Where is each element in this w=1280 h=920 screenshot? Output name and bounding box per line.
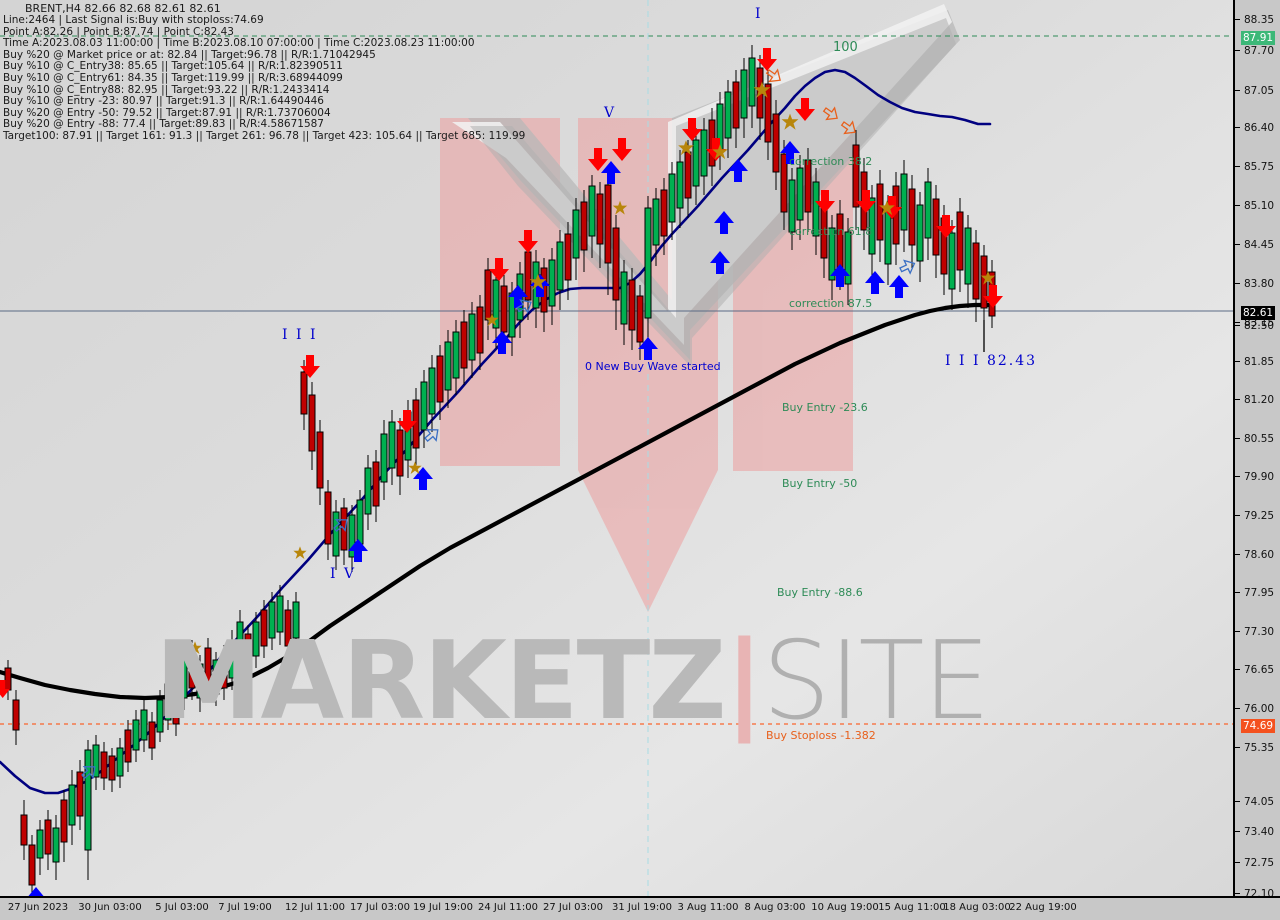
price-tick-label-15: 78.60 [1244, 549, 1275, 561]
price-tick-label-3: 86.40 [1244, 122, 1275, 134]
wave-label-III-price: I I I 82.43 [945, 353, 1038, 369]
price-tick-9 [1235, 325, 1240, 326]
price-tick-5 [1235, 205, 1240, 206]
price-tick-label-5: 85.10 [1244, 200, 1275, 212]
buy-entry-886-label: Buy Entry -88.6 [777, 586, 863, 599]
price-tick-label-18: 76.65 [1244, 664, 1275, 676]
price-tick-24 [1235, 893, 1240, 894]
price-tick-label-9: 82.50 [1244, 320, 1275, 332]
price-tick-label-0: 88.35 [1244, 14, 1275, 26]
price-tick-label-4: 85.75 [1244, 161, 1275, 173]
price-tick-label-14: 79.25 [1244, 510, 1275, 522]
stoploss-badge: 74.69 [1241, 719, 1276, 733]
time-tick-label-3: 7 Jul 19:00 [218, 902, 272, 913]
price-tick-label-23: 72.75 [1244, 857, 1275, 869]
info-lines: Line:2464 | Last Signal is:Buy with stop… [3, 14, 526, 143]
price-tick-label-10: 81.85 [1244, 356, 1275, 368]
info-line-7: Buy %10 @ Entry -23: 80.97 || Target:91.… [3, 95, 324, 108]
price-tick-4 [1235, 166, 1240, 167]
price-tick-label-21: 74.05 [1244, 796, 1275, 808]
price-tick-label-7: 83.80 [1244, 278, 1275, 290]
price-tick-label-17: 77.30 [1244, 626, 1275, 638]
time-tick-label-15: 22 Aug 19:00 [1009, 902, 1077, 913]
watermark: MARKETZ|SITE [155, 628, 991, 736]
watermark-bar: | [724, 619, 764, 744]
price-tick-label-6: 84.45 [1244, 239, 1275, 251]
price-tick-6 [1235, 244, 1240, 245]
time-tick-label-6: 19 Jul 19:00 [413, 902, 473, 913]
price-tick-18 [1235, 669, 1240, 670]
time-tick-label-8: 27 Jul 03:00 [543, 902, 603, 913]
current-price-badge: 82.61 [1241, 306, 1276, 320]
price-tick-label-1: 87.70 [1244, 45, 1275, 57]
price-tick-13 [1235, 476, 1240, 477]
info-line-5: Buy %10 @ C_Entry61: 84.35 || Target:119… [3, 71, 343, 84]
price-tick-15 [1235, 554, 1240, 555]
price-tick-12 [1235, 438, 1240, 439]
time-tick-label-10: 3 Aug 11:00 [677, 902, 739, 913]
price-tick-label-22: 73.40 [1244, 826, 1275, 838]
price-tick-8 [1235, 322, 1240, 323]
price-tick-label-16: 77.95 [1244, 587, 1275, 599]
buy-entry-236-label: Buy Entry -23.6 [782, 401, 868, 414]
time-tick-label-13: 15 Aug 11:00 [878, 902, 946, 913]
target-100-badge: 87.91 [1241, 31, 1276, 45]
price-tick-11 [1235, 399, 1240, 400]
price-tick-label-12: 80.55 [1244, 433, 1275, 445]
time-tick-label-5: 17 Jul 03:00 [350, 902, 410, 913]
chart-info-panel: BRENT,H4 82.66 82.68 82.61 82.61 Line:24… [0, 0, 525, 143]
price-tick-22 [1235, 831, 1240, 832]
price-tick-label-2: 87.05 [1244, 85, 1275, 97]
price-tick-label-11: 81.20 [1244, 394, 1275, 406]
price-tick-0 [1235, 19, 1240, 20]
price-tick-16 [1235, 592, 1240, 593]
chart-window: MARKETZ|SITE 100 correction 38.2 correctio… [0, 0, 1280, 920]
buy-stoploss-label: Buy Stoploss -1.382 [766, 729, 876, 742]
price-tick-2 [1235, 90, 1240, 91]
info-line-0: Line:2464 | Last Signal is:Buy with stop… [3, 14, 264, 26]
price-tick-3 [1235, 127, 1240, 128]
time-tick-label-2: 5 Jul 03:00 [155, 902, 209, 913]
watermark-part2: SITE [762, 619, 991, 744]
price-tick-19 [1235, 708, 1240, 709]
time-tick-label-12: 10 Aug 19:00 [811, 902, 879, 913]
price-tick-21 [1235, 801, 1240, 802]
info-line-10: Target100: 87.91 || Target 161: 91.3 || … [3, 129, 526, 142]
price-tick-14 [1235, 515, 1240, 516]
time-tick-label-7: 24 Jul 11:00 [478, 902, 538, 913]
buy-entry-50-label: Buy Entry -50 [782, 477, 858, 490]
price-tick-1 [1235, 50, 1240, 51]
correction-875-label: correction 87.5 [789, 297, 873, 310]
wave-label-V: V [604, 105, 617, 121]
price-tick-label-13: 79.90 [1244, 471, 1275, 483]
wave-label-III: I I I [282, 327, 318, 343]
watermark-part1: MARKETZ [155, 619, 727, 744]
time-axis[interactable]: 27 Jun 2023 30 Jun 03:00 5 Jul 03:00 7 Jul … [0, 896, 1280, 920]
time-tick-label-9: 31 Jul 19:00 [612, 902, 672, 913]
time-tick-label-14: 18 Aug 03:00 [943, 902, 1011, 913]
time-tick-label-1: 30 Jun 03:00 [78, 902, 142, 913]
correction-618-label: correction 61.8 [789, 225, 873, 238]
target-100-label: 100 [833, 40, 858, 55]
wave-label-I: I [755, 6, 763, 22]
time-tick-label-0: 27 Jun 2023 [7, 902, 69, 913]
price-tick-17 [1235, 631, 1240, 632]
price-tick-label-19: 76.00 [1244, 703, 1275, 715]
time-tick-label-4: 12 Jul 11:00 [285, 902, 345, 913]
time-tick-label-11: 8 Aug 03:00 [744, 902, 806, 913]
price-tick-7 [1235, 283, 1240, 284]
price-tick-10 [1235, 361, 1240, 362]
new-buy-wave-label: 0 New Buy Wave started [585, 360, 721, 373]
wave-label-IV: I V [330, 566, 357, 582]
correction-382-label: correction 38.2 [789, 155, 873, 168]
price-tick-20 [1235, 747, 1240, 748]
price-axis[interactable]: 88.35 87.70 87.05 86.40 85.75 85.10 84.45 83.80… [1233, 0, 1280, 920]
price-tick-label-20: 75.35 [1244, 742, 1275, 754]
price-tick-23 [1235, 862, 1240, 863]
